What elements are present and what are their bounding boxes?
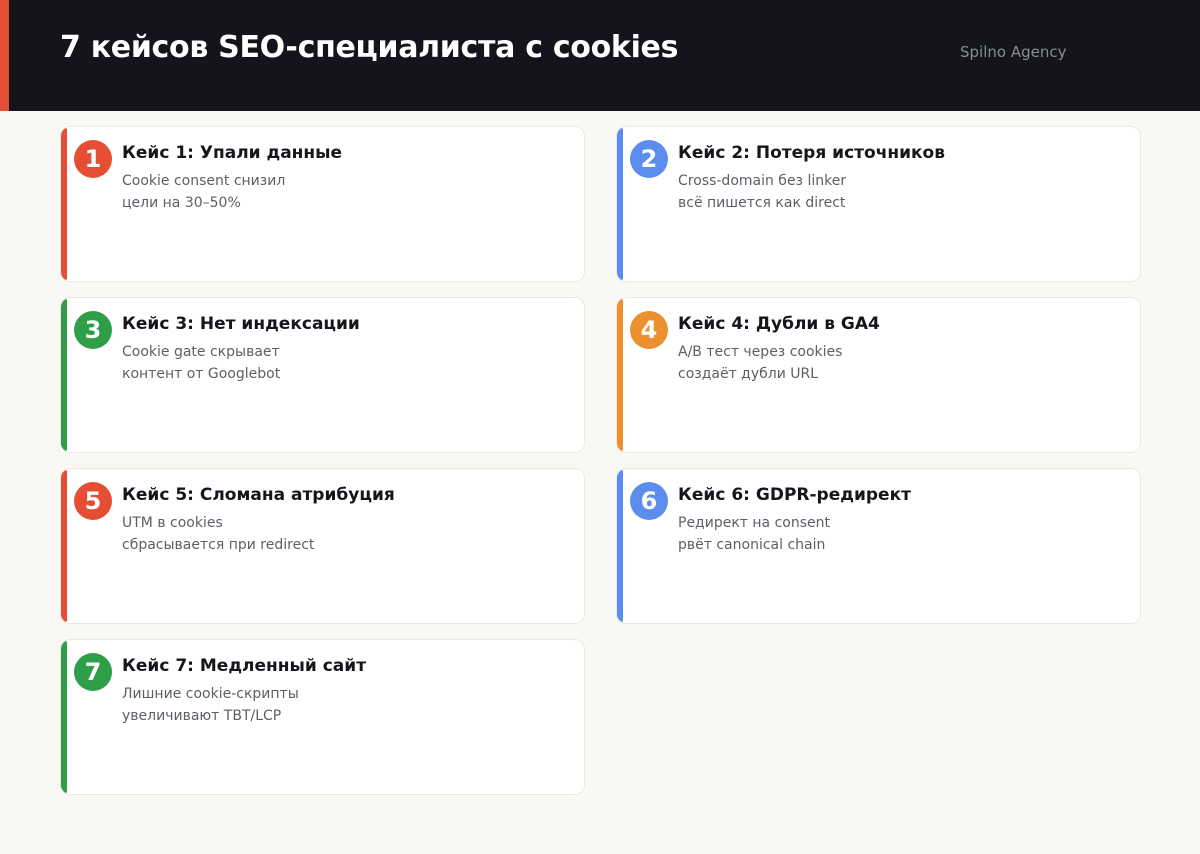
case-card-7: 7 Кейс 7: Медленный сайт Лишние cookie-с… (60, 639, 585, 795)
case-description-line-1: Cross-domain без linker (678, 173, 847, 189)
case-title: Кейс 5: Сломана атрибуция (122, 485, 395, 505)
case-description-line-2: всё пишется как direct (678, 195, 846, 211)
case-number-badge: 2 (630, 140, 668, 178)
case-accent-bar (61, 469, 67, 623)
case-card-6: 6 Кейс 6: GDPR-редирект Редирект на cons… (616, 468, 1141, 624)
case-title: Кейс 4: Дубли в GA4 (678, 314, 880, 334)
case-number-badge: 4 (630, 311, 668, 349)
case-description-line-2: создаёт дубли URL (678, 366, 819, 382)
case-number-badge: 5 (74, 482, 112, 520)
case-title: Кейс 6: GDPR-редирект (678, 485, 911, 505)
case-description-line-1: Лишние cookie-скрипты (122, 686, 299, 702)
case-description-line-2: увеличивают TBT/LCP (122, 708, 282, 724)
header-accent-bar (0, 0, 9, 111)
case-description-line-2: сбрасывается при redirect (122, 537, 315, 553)
case-accent-bar (617, 127, 623, 281)
case-card-5: 5 Кейс 5: Сломана атрибуция UTM в cookie… (60, 468, 585, 624)
case-accent-bar (617, 469, 623, 623)
case-description-line-2: рвёт canonical chain (678, 537, 826, 553)
case-number-badge: 7 (74, 653, 112, 691)
case-description-line-1: Cookie gate скрывает (122, 344, 280, 360)
case-accent-bar (617, 298, 623, 452)
case-description-line-1: Cookie consent снизил (122, 173, 286, 189)
case-description-line-1: A/B тест через cookies (678, 344, 843, 360)
page-title: 7 кейсов SEO-специалиста с cookies (60, 30, 679, 65)
case-description-line-1: Редирект на consent (678, 515, 830, 531)
case-title: Кейс 7: Медленный сайт (122, 656, 367, 676)
case-accent-bar (61, 127, 67, 281)
brand-name: Spilno Agency (960, 43, 1067, 61)
case-accent-bar (61, 640, 67, 794)
case-description-line-2: цели на 30–50% (122, 195, 241, 211)
case-description-line-2: контент от Googlebot (122, 366, 281, 382)
case-number-badge: 6 (630, 482, 668, 520)
case-number-badge: 3 (74, 311, 112, 349)
case-title: Кейс 1: Упали данные (122, 143, 343, 163)
case-card-1: 1 Кейс 1: Упали данные Cookie consent сн… (60, 126, 585, 282)
case-card-2: 2 Кейс 2: Потеря источников Cross-domain… (616, 126, 1141, 282)
case-title: Кейс 3: Нет индексации (122, 314, 360, 334)
case-title: Кейс 2: Потеря источников (678, 143, 945, 163)
case-card-4: 4 Кейс 4: Дубли в GA4 A/B тест через coo… (616, 297, 1141, 453)
case-number-badge: 1 (74, 140, 112, 178)
case-description-line-1: UTM в cookies (122, 515, 223, 531)
case-accent-bar (61, 298, 67, 452)
header: 7 кейсов SEO-специалиста с cookies Spiln… (0, 0, 1200, 111)
case-card-3: 3 Кейс 3: Нет индексации Cookie gate скр… (60, 297, 585, 453)
